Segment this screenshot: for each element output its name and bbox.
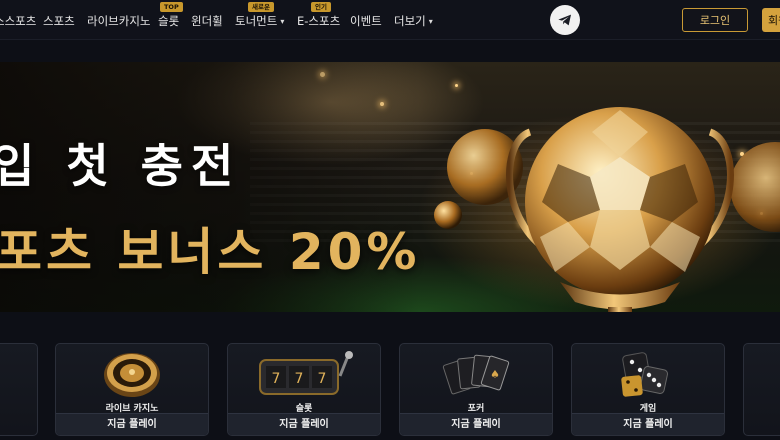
telegram-button[interactable] <box>550 5 580 35</box>
nav-item-esports[interactable]: E-스포츠 <box>297 13 340 29</box>
category-card-partial[interactable] <box>0 343 38 436</box>
svg-text:7: 7 <box>295 371 304 387</box>
play-now-button[interactable]: 지금 플레이 <box>572 413 724 435</box>
nav-item-label: 슬롯 <box>158 14 180 28</box>
category-card-games[interactable]: 게임 지금 플레이 <box>571 343 725 436</box>
nav-item-sports[interactable]: 스포츠 <box>43 13 75 29</box>
nav-item-label: 스스포츠 <box>0 14 37 28</box>
chevron-down-icon: ▾ <box>428 17 433 26</box>
svg-text:♠: ♠ <box>490 368 500 381</box>
playing-cards-icon: ♠ <box>442 354 510 395</box>
card-illustration: 7 7 7 <box>228 346 380 402</box>
nav-item-label: 라이브카지노 <box>87 14 151 28</box>
nav-item-sports-1[interactable]: 스스포츠 <box>0 13 36 29</box>
nav-item-slots[interactable]: 슬롯 <box>158 13 179 29</box>
nav-item-tournament[interactable]: 토너먼트 ▾ <box>235 13 284 29</box>
trophy-icon <box>506 107 734 312</box>
play-now-button[interactable]: 지금 플레이 <box>400 413 552 435</box>
nav-item-events[interactable]: 이벤트 <box>350 13 382 29</box>
svg-text:7: 7 <box>318 371 327 387</box>
banner-bonus-text: 포츠 보너스 20% <box>0 223 421 281</box>
nav-item-label: 이벤트 <box>350 14 382 28</box>
dice-icon <box>621 352 668 397</box>
telegram-icon <box>558 14 571 26</box>
play-now-button[interactable]: 지금 플레이 <box>56 413 208 435</box>
card-illustration <box>56 346 208 402</box>
svg-text:7: 7 <box>272 371 281 387</box>
category-card-partial[interactable] <box>743 343 780 436</box>
play-now-button[interactable]: 지금 플레이 <box>228 413 380 435</box>
nav-item-label: 더보기 <box>394 14 426 28</box>
nav-item-label: 윈더휠 <box>191 14 223 28</box>
category-card-poker[interactable]: ♠ 포커 지금 플레이 <box>399 343 553 436</box>
nav-item-more[interactable]: 더보기 ▾ <box>394 13 433 29</box>
top-badge: TOP <box>160 2 183 12</box>
gold-ball-icon <box>434 201 462 229</box>
nav-item-label: 토너먼트 <box>235 14 278 28</box>
nav-item-label: E-스포츠 <box>297 14 341 28</box>
banner-headline: 입 첫 충전 <box>0 139 242 193</box>
join-button[interactable]: 회원 <box>762 8 780 32</box>
spark-light <box>455 84 458 87</box>
category-cards: 라이브 카지노 지금 플레이 7 7 7 슬롯 지금 플레이 ♠ 포커 지금 플… <box>0 340 780 440</box>
category-card-live-casino[interactable]: 라이브 카지노 지금 플레이 <box>55 343 209 436</box>
page: 스스포츠 스포츠 라이브카지노 슬롯 TOP 윈더휠 토너먼트▾ 새로운 E-스… <box>0 0 780 440</box>
nav-item-label: 스포츠 <box>43 14 75 28</box>
new-badge: 새로운 <box>248 2 274 12</box>
chevron-down-icon: ▾ <box>280 17 285 26</box>
promo-banner[interactable]: 입 첫 충전 포츠 보너스 20% <box>0 62 780 312</box>
roulette-icon <box>104 353 160 397</box>
nav-item-live-casino[interactable]: 라이브카지노 <box>87 13 150 29</box>
nav-item-wonder-wheel[interactable]: 윈더휠 <box>191 13 223 29</box>
top-nav: 스스포츠 스포츠 라이브카지노 슬롯 TOP 윈더휠 토너먼트▾ 새로운 E-스… <box>0 0 780 40</box>
category-card-slots[interactable]: 7 7 7 슬롯 지금 플레이 <box>227 343 381 436</box>
login-button[interactable]: 로그인 <box>682 8 748 32</box>
card-illustration <box>572 346 724 402</box>
slot-machine-icon: 7 7 7 <box>259 351 353 395</box>
card-illustration: ♠ <box>400 346 552 402</box>
popular-badge: 인기 <box>311 2 331 12</box>
